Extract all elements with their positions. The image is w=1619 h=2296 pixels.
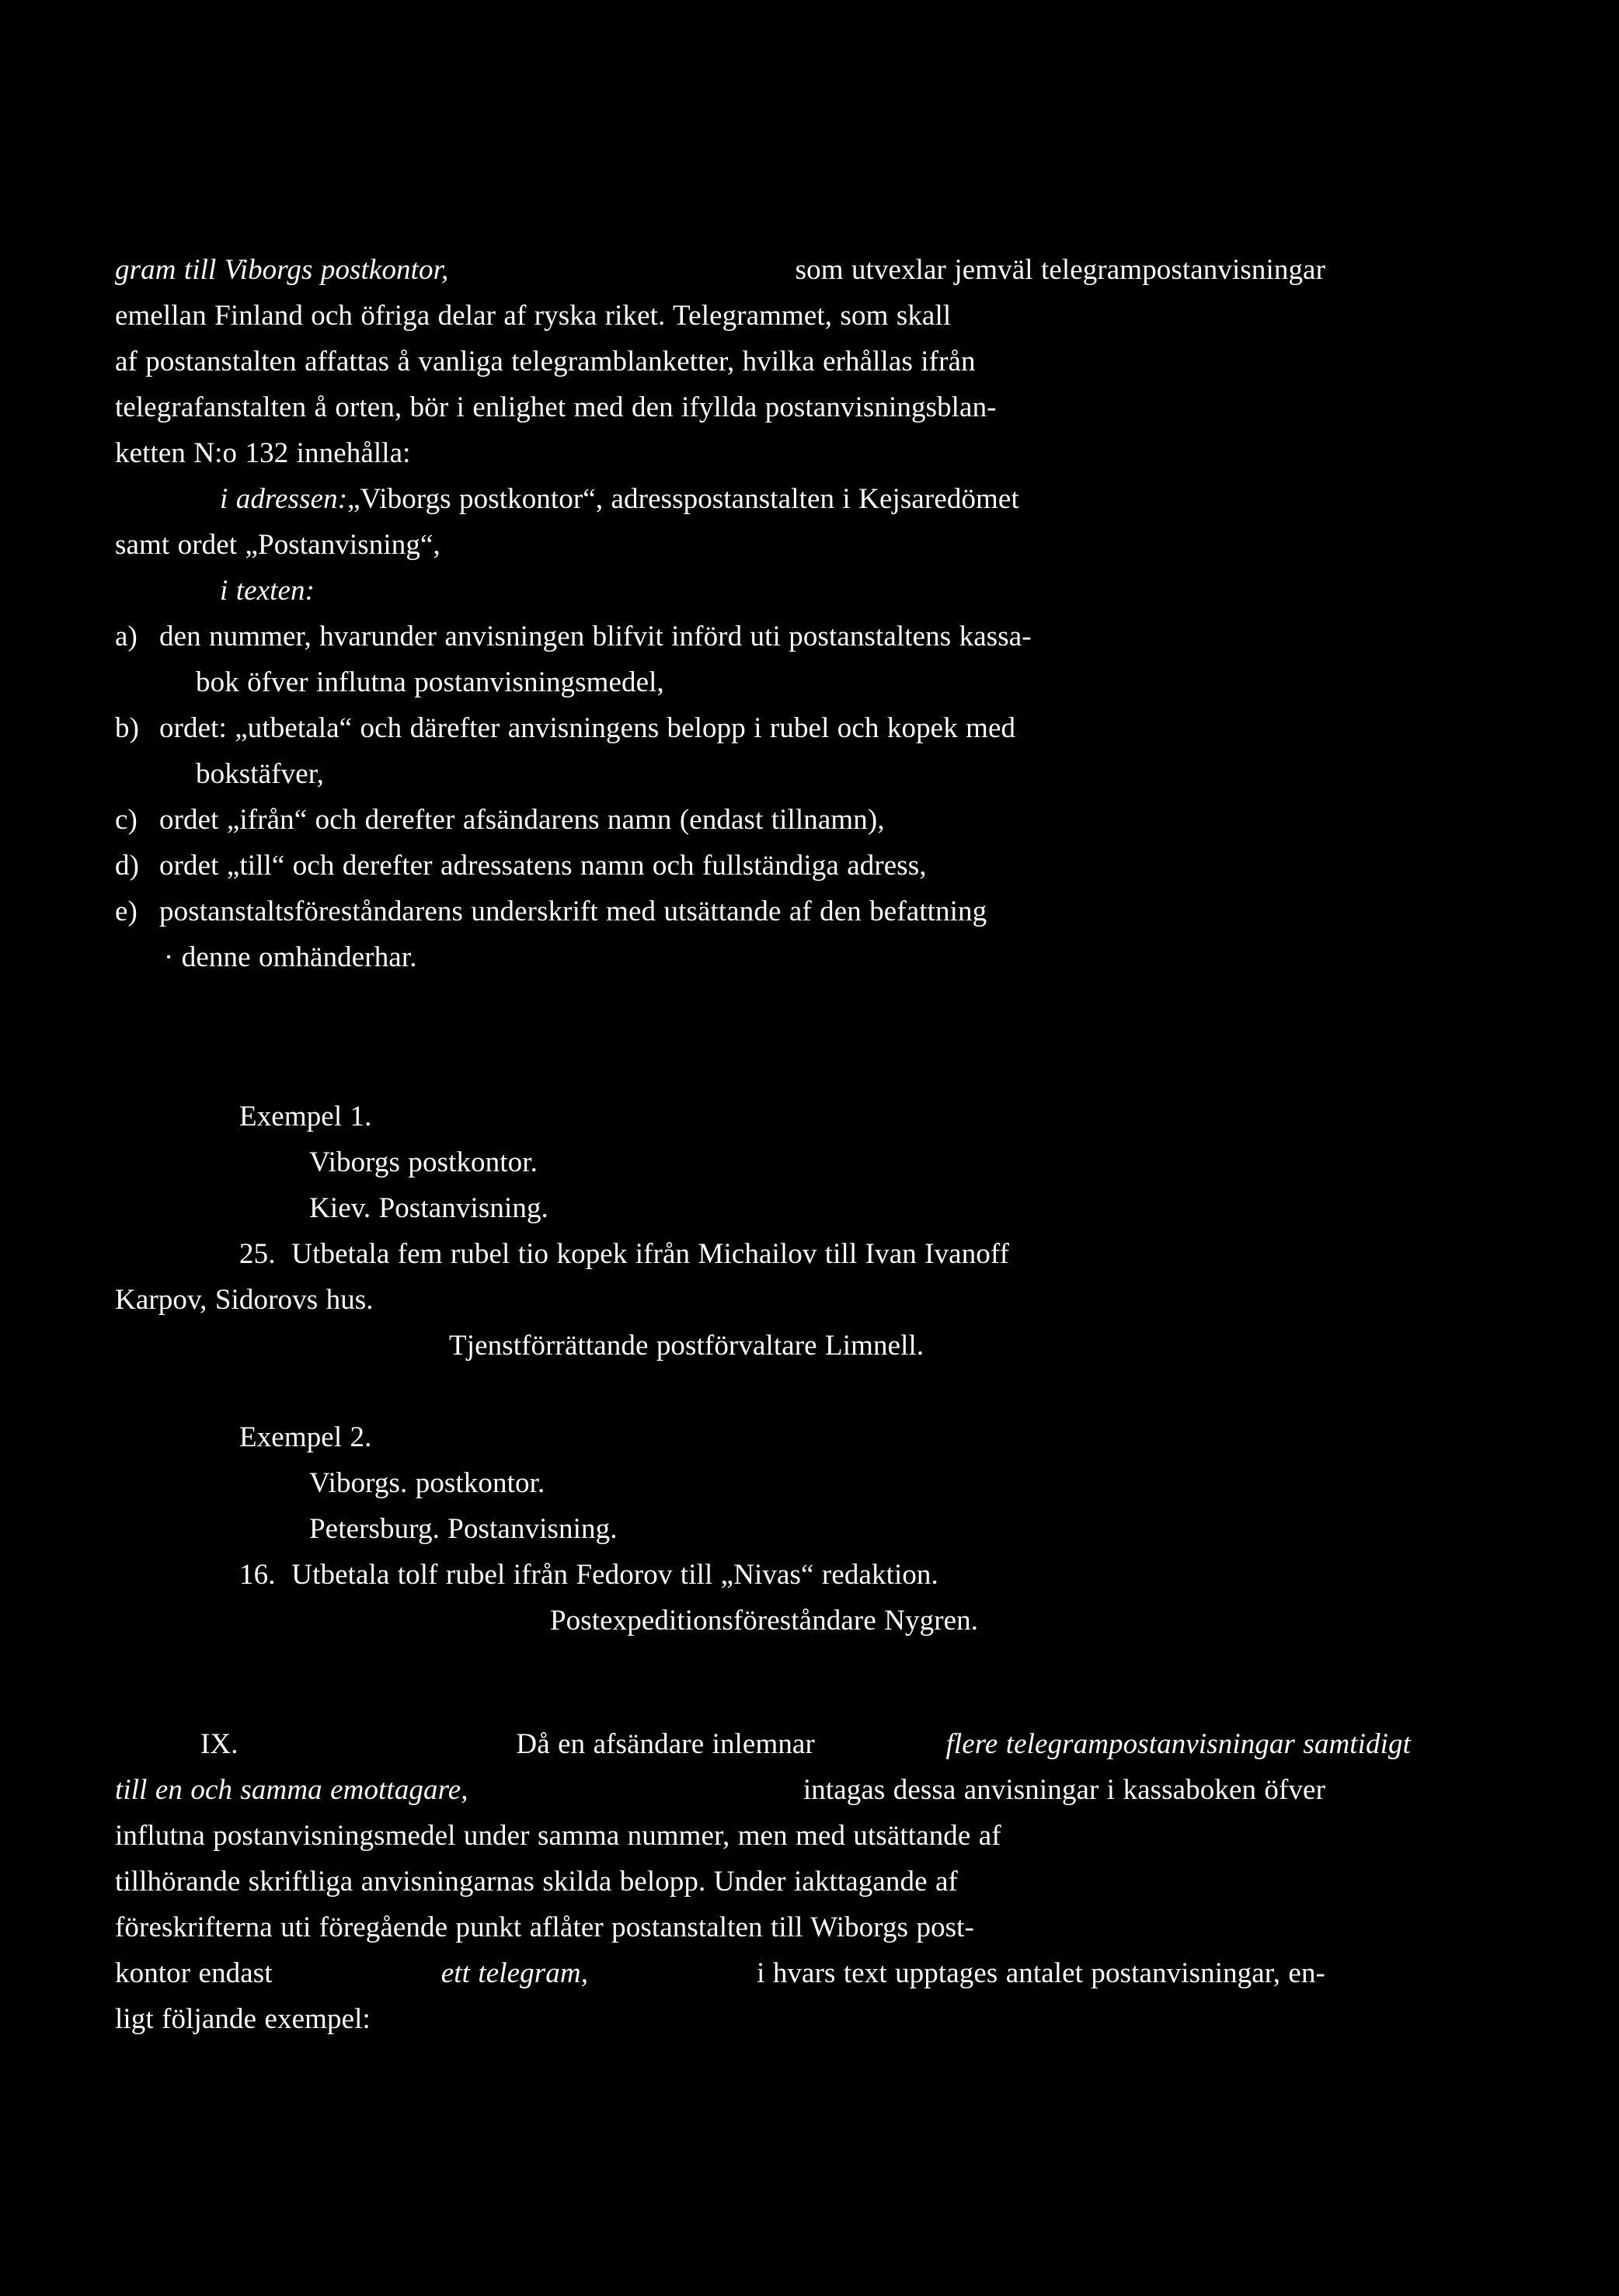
list-marker: a) (115, 621, 138, 652)
section-ix-line4: tillhörande skriftliga anvisningarnas sk… (115, 1866, 958, 1898)
section-ix-line3: influtna postanvisningsmedel under samma… (115, 1820, 1001, 1852)
text-line: Viborgs postkontor. (115, 1139, 1325, 1185)
text-line: influtna postanvisningsmedel under samma… (115, 1813, 1325, 1859)
text-line: ketten N:o 132 innehålla: (115, 430, 1325, 476)
example2-office: Viborgs. postkontor. (309, 1467, 545, 1499)
document-text-block: gram till Viborgs postkontor, som utvexla… (115, 247, 1411, 2042)
list-marker: e) (115, 896, 138, 927)
section-ix-line2-italic: till en och samma emottagare, (115, 1774, 468, 1806)
opening-line1-rest: som utvexlar jemväl telegrampostanvisnin… (795, 254, 1325, 286)
list-item-line1: ordet: „utbetala“ och därefter anvisning… (159, 712, 1016, 744)
opening-line1-italic: gram till Viborgs postkontor, (115, 254, 449, 286)
text-line: i texten: (115, 568, 1325, 614)
section-ix-line6-italic: ett telegram, (440, 1957, 589, 1989)
list-marker: b) (115, 712, 140, 744)
list-item: b) ordet: „utbetala“ och därefter anvisn… (115, 705, 1325, 797)
address-clause-continuation: samt ordet „Postanvisning“, (115, 529, 440, 561)
text-line: den nummer, hvarunder anvisningen blifvi… (159, 614, 1325, 659)
text-line: ordet „ifrån“ och derefter afsändarens n… (159, 797, 1325, 843)
list-item-line1: ordet „ifrån“ och derefter afsändarens n… (159, 804, 885, 836)
list-item: a) den nummer, hvarunder anvisningen bli… (115, 614, 1325, 705)
opening-line3: af postanstalten affattas å vanliga tele… (115, 346, 976, 377)
opening-line2: emellan Finland och öfriga delar af rysk… (115, 300, 952, 332)
section-ix-line5: föreskrifterna uti föregående punkt aflå… (115, 1912, 974, 1943)
text-line: Karpov, Sidorovs hus. (115, 1277, 1325, 1323)
text-line: af postanstalten affattas å vanliga tele… (115, 339, 1325, 384)
text-line: kontor endast ett telegram, i hvars text… (115, 1950, 1325, 1996)
opening-line4: telegrafanstalten å orten, bör i enlighe… (115, 391, 997, 423)
example1-origin: Kiev. Postanvisning. (309, 1192, 548, 1224)
text-line: Postexpeditionsföreståndare Nygren. (115, 1598, 1325, 1644)
address-clause-text: „Viborgs postkontor“, adresspostanstalte… (347, 483, 1019, 515)
list-item-line1: den nummer, hvarunder anvisningen blifvi… (159, 621, 1032, 652)
text-line: Petersburg. Postanvisning. (115, 1506, 1325, 1552)
example-block-1: Exempel 1. Viborgs postkontor. Kiev. Pos… (115, 1094, 1325, 1369)
paragraph-opening: gram till Viborgs postkontor, som utvexla… (115, 247, 1325, 476)
address-clause-label: i adressen: (220, 483, 348, 515)
example2-body-line1: Utbetala tolf rubel ifrån Fedorov till „… (291, 1559, 938, 1591)
text-clause-label: i texten: (220, 575, 315, 607)
example1-body-line1: Utbetala fem rubel tio kopek ifrån Micha… (291, 1238, 1010, 1270)
text-line: gram till Viborgs postkontor, som utvexla… (115, 247, 1325, 293)
opening-line5: ketten N:o 132 innehålla: (115, 437, 411, 469)
example1-signature: Tjenstförrättande postförvaltare Limnell… (449, 1330, 924, 1362)
text-line: föreskrifterna uti föregående punkt aflå… (115, 1905, 1325, 1950)
section-ix-line1-italic: flere telegrampostanvisningar samtidigt (945, 1728, 1411, 1760)
section-ix-line6-a: kontor endast (115, 1957, 273, 1989)
text-line: 16. Utbetala tolf rubel ifrån Fedorov ti… (115, 1552, 1325, 1598)
list-item-line2: bokstäfver, (196, 758, 325, 790)
text-line: till en och samma emottagare, intagas de… (115, 1767, 1325, 1813)
text-line: Exempel 2. (115, 1414, 1325, 1460)
text-line: 25. Utbetala fem rubel tio kopek ifrån M… (115, 1231, 1325, 1277)
example2-heading: Exempel 2. (239, 1421, 372, 1453)
text-line: Kiev. Postanvisning. (115, 1185, 1325, 1231)
text-line: telegrafanstalten å orten, bör i enlighe… (115, 384, 1325, 430)
list-item-line2: · denne omhänderhar. (164, 941, 417, 973)
section-ix-line2-plain: intagas dessa anvisningar i kassaboken ö… (803, 1774, 1325, 1806)
text-line: ordet: „utbetala“ och därefter anvisning… (159, 705, 1325, 751)
text-line: i adressen:„Viborgs postkontor“, adressp… (115, 476, 1325, 522)
text-line: ligt följande exempel: (115, 1996, 1325, 2042)
example2-signature: Postexpeditionsföreståndare Nygren. (550, 1605, 979, 1637)
text-line: tillhörande skriftliga anvisningarnas sk… (115, 1859, 1325, 1905)
document-page: gram till Viborgs postkontor, som utvexla… (0, 0, 1619, 2296)
section-ix-line7: ligt följande exempel: (115, 2003, 371, 2035)
list-item-line1: postanstaltsföreståndarens underskrift m… (159, 896, 987, 927)
text-line: Viborgs. postkontor. (115, 1460, 1325, 1506)
example-block-2: Exempel 2. Viborgs. postkontor. Petersbu… (115, 1414, 1325, 1644)
list-item: c) ordet „ifrån“ och derefter afsändaren… (115, 797, 1325, 843)
paragraph-section-ix: IX. Då en afsändare inlemnar flere teleg… (115, 1721, 1411, 2042)
list-item-line1: ordet „till“ och derefter adressatens na… (159, 850, 927, 882)
example1-number: 25. (239, 1238, 276, 1270)
list-item-line2: bok öfver influtna postanvisningsmedel, (196, 666, 664, 698)
list-item: e) postanstaltsföreståndarens underskrif… (115, 889, 1325, 980)
section-ix-line1-plain: Då en afsändare inlemnar (516, 1728, 815, 1760)
paragraph-text-clause: i texten: (115, 568, 1325, 614)
lettered-list: a) den nummer, hvarunder anvisningen bli… (115, 614, 1325, 980)
text-line: postanstaltsföreståndarens underskrift m… (159, 889, 1325, 934)
paragraph-address-clause: i adressen:„Viborgs postkontor“, adressp… (115, 476, 1325, 568)
text-line: · denne omhänderhar. (159, 934, 1325, 980)
example1-office: Viborgs postkontor. (309, 1146, 538, 1178)
list-marker: d) (115, 850, 140, 882)
example1-body-line2: Karpov, Sidorovs hus. (115, 1284, 374, 1316)
example1-heading: Exempel 1. (239, 1101, 372, 1132)
text-line: bokstäfver, (159, 751, 1325, 797)
example2-number: 16. (239, 1559, 276, 1591)
section-ix-line6-b: i hvars text upptages antalet postanvisn… (757, 1957, 1325, 1989)
text-line: samt ordet „Postanvisning“, (115, 522, 1325, 568)
text-line: emellan Finland och öfriga delar af rysk… (115, 293, 1325, 339)
text-line: Exempel 1. (115, 1094, 1325, 1139)
list-item: d) ordet „till“ och derefter adressatens… (115, 843, 1325, 889)
text-line: ordet „till“ och derefter adressatens na… (159, 843, 1325, 889)
text-line: IX. Då en afsändare inlemnar flere teleg… (115, 1721, 1411, 1767)
section-ix-numeral: IX. (200, 1728, 238, 1760)
example2-origin: Petersburg. Postanvisning. (309, 1513, 618, 1545)
list-marker: c) (115, 804, 138, 836)
text-line: Tjenstförrättande postförvaltare Limnell… (115, 1323, 1325, 1369)
text-line: bok öfver influtna postanvisningsmedel, (159, 659, 1325, 705)
